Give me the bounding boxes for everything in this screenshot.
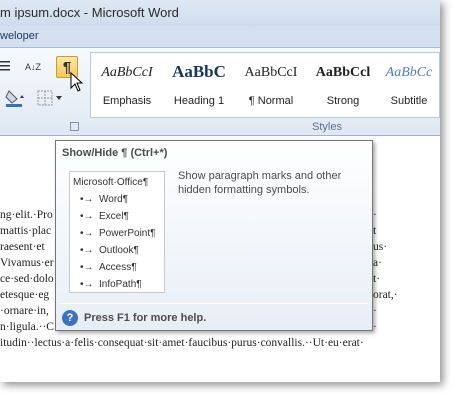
borders-icon[interactable] <box>36 88 64 108</box>
tooltip-divider <box>60 303 368 304</box>
word-window: m ipsum.docx - Microsoft Word weloper A↓… <box>0 0 440 382</box>
doc-line-fragment: t· <box>373 273 381 285</box>
tooltip-title: Show/Hide ¶ (Ctrl+*) <box>62 147 168 159</box>
preview-heading: Microsoft·Office¶ <box>73 177 149 188</box>
doc-line: n·ligula.··C <box>0 321 54 333</box>
preview-item: InfoPath¶ <box>99 279 142 290</box>
style-emphasis[interactable]: AaBbCcI Emphasis <box>91 53 163 117</box>
window-title: m ipsum.docx - Microsoft Word <box>0 5 179 20</box>
preview-bullet: •→ <box>80 245 94 256</box>
doc-line: mattis·plac <box>0 225 52 237</box>
doc-line: raesent·et <box>0 241 45 253</box>
tooltip-description: Show paragraph marks and other hidden fo… <box>178 170 342 196</box>
dialog-launcher-icon[interactable] <box>70 122 79 131</box>
style-sample: AaBbCc <box>385 65 433 80</box>
doc-line-fragment: us· <box>373 241 388 253</box>
doc-line: Vivamus·er <box>0 257 54 269</box>
doc-line-fragment: a· <box>373 257 382 269</box>
mouse-cursor-icon <box>70 72 84 92</box>
doc-line: etesque·eg <box>0 289 50 301</box>
doc-line-fragment: · <box>373 321 377 333</box>
line-spacing-icon[interactable] <box>0 58 12 76</box>
styles-gallery: AaBbCcI Emphasis AaBbC Heading 1 AaBbCcI… <box>90 52 440 118</box>
doc-line: itudin··lectus·a·felis·consequat·sit·ame… <box>0 337 364 349</box>
doc-line: ce·sed·dolo <box>0 273 54 285</box>
tooltip-preview: Microsoft·Office¶ •→ Word¶ •→ Excel¶ •→ … <box>69 171 165 293</box>
style-label: Subtitle <box>390 95 428 107</box>
doc-line: ng·elit.·Pro <box>0 209 53 221</box>
tooltip-help-text: Press F1 for more help. <box>84 312 207 324</box>
style-sample: AaBbCcI <box>244 65 298 80</box>
style-label: Strong <box>326 95 360 107</box>
preview-bullet: •→ <box>80 211 94 222</box>
styles-group-label: Styles <box>312 121 342 133</box>
doc-line-fragment: · <box>373 305 377 317</box>
preview-bullet: •→ <box>80 194 94 205</box>
style-label: Heading 1 <box>173 95 225 107</box>
tab-developer[interactable]: weloper <box>0 30 39 42</box>
style-subtitle[interactable]: AaBbCc Subtitle <box>379 53 439 117</box>
preview-bullet: •→ <box>80 262 94 273</box>
preview-bullet: •→ <box>80 279 94 290</box>
style-sample: AaBbCcI <box>101 65 153 80</box>
style-sample: AaBbCcl <box>315 65 371 80</box>
doc-line: ·ornare·in, <box>0 305 49 317</box>
ribbon: A↓Z ¶ AaBbCcI Emphasis AaBbC Heading 1 A… <box>0 48 440 136</box>
style-sample: AaBbC <box>172 62 226 81</box>
style-heading-1[interactable]: AaBbC Heading 1 <box>163 53 235 117</box>
sort-icon[interactable]: A↓Z <box>22 56 44 78</box>
sort-glyph: A↓Z <box>24 62 41 72</box>
style-label: Emphasis <box>102 95 152 107</box>
preview-item: Access¶ <box>99 262 137 273</box>
preview-item: PowerPoint¶ <box>99 228 156 239</box>
preview-item: Outlook¶ <box>99 245 139 256</box>
style-label: ¶ Normal <box>248 95 294 107</box>
doc-line-fragment: t <box>373 225 377 237</box>
doc-line-fragment: orat,· <box>373 289 398 301</box>
title-bar: m ipsum.docx - Microsoft Word <box>0 0 440 26</box>
preview-item: Word¶ <box>99 194 129 205</box>
doc-line-fragment: · <box>373 209 377 221</box>
shading-icon[interactable] <box>4 88 26 108</box>
show-hide-tooltip: Show/Hide ¶ (Ctrl+*) Microsoft·Office¶ •… <box>55 140 373 331</box>
help-icon: ? <box>62 310 78 326</box>
style-strong[interactable]: AaBbCcl Strong <box>307 53 379 117</box>
preview-item: Excel¶ <box>99 211 129 222</box>
style-normal[interactable]: AaBbCcI ¶ Normal <box>235 53 307 117</box>
preview-bullet: •→ <box>80 228 94 239</box>
ribbon-tabs: weloper <box>0 26 440 48</box>
